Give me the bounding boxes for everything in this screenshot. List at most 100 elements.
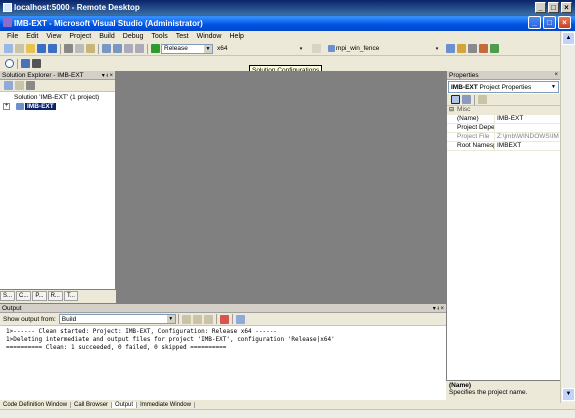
menu-file[interactable]: File: [3, 33, 22, 40]
pin-icon[interactable]: ᵻ: [106, 73, 107, 79]
object-name: IMB-EXT: [451, 83, 478, 91]
solution-explorer-title: Solution Explorer - IMB-EXT: [2, 71, 84, 79]
property-value[interactable]: Z:\jmb\WINDOWS\IM: [495, 133, 560, 141]
next-message-icon[interactable]: [203, 314, 213, 324]
rd-close-button[interactable]: ×: [561, 2, 572, 13]
start-debugging-icon[interactable]: [151, 44, 160, 53]
undo-icon[interactable]: [102, 44, 111, 53]
menu-view[interactable]: View: [42, 33, 65, 40]
show-output-combo[interactable]: Build ▼: [58, 314, 176, 324]
object-browser-icon[interactable]: [468, 44, 477, 53]
output-line: 1>Deleting intermediate and output files…: [6, 336, 335, 343]
menu-build[interactable]: Build: [95, 33, 119, 40]
menu-tools[interactable]: Tools: [147, 33, 171, 40]
word-wrap-icon[interactable]: [235, 314, 245, 324]
maximize-button[interactable]: □: [543, 16, 556, 29]
close-button[interactable]: ×: [558, 16, 571, 29]
tab-code-definition[interactable]: Code Definition Window: [0, 401, 72, 408]
find-in-files-icon[interactable]: [312, 44, 321, 53]
scroll-down-icon[interactable]: ▼: [562, 388, 575, 401]
solution-explorer-header: Solution Explorer - IMB-EXT ▾ ᵻ ×: [0, 71, 115, 80]
show-output-value: Build: [61, 315, 77, 323]
horizontal-scrollbar[interactable]: [0, 409, 575, 418]
alphabetical-icon[interactable]: [462, 95, 471, 104]
property-row[interactable]: (Name) IMB-EXT: [447, 115, 560, 124]
start-page-icon[interactable]: [490, 44, 499, 53]
navigate-back-icon[interactable]: [124, 44, 133, 53]
property-value[interactable]: IMBEXT: [495, 142, 560, 150]
minimize-button[interactable]: _: [528, 16, 541, 29]
clear-all-icon[interactable]: [219, 314, 229, 324]
solution-explorer-icon[interactable]: [446, 44, 455, 53]
rd-minimize-button[interactable]: _: [535, 2, 546, 13]
tab-resource-view[interactable]: R...: [47, 291, 63, 301]
pin-icon[interactable]: ᵻ: [437, 306, 438, 312]
save-icon[interactable]: [37, 44, 46, 53]
description-title: (Name): [449, 382, 472, 389]
property-value[interactable]: [495, 124, 560, 132]
remote-desktop-icon: [3, 3, 12, 12]
solution-configurations-combo[interactable]: Release ▼: [161, 43, 213, 54]
toolbox-icon[interactable]: [479, 44, 488, 53]
properties-icon[interactable]: [4, 81, 13, 90]
breakpoint-window-icon[interactable]: [32, 59, 41, 68]
add-item-icon[interactable]: [15, 44, 24, 53]
vertical-scrollbar[interactable]: ▲ ▼: [560, 31, 575, 403]
properties-panel: Properties × IMB-EXT Project Properties …: [446, 71, 560, 403]
scroll-up-icon[interactable]: ▲: [562, 32, 575, 45]
tab-team-explorer[interactable]: T...: [63, 291, 78, 301]
expand-icon[interactable]: +: [3, 103, 10, 110]
chevron-down-icon: ▼: [166, 315, 175, 323]
paste-icon[interactable]: [86, 44, 95, 53]
remote-desktop-titlebar: localhost:5000 - Remote Desktop _ □ ×: [0, 0, 575, 15]
menu-help[interactable]: Help: [226, 33, 248, 40]
property-row[interactable]: Project File Z:\jmb\WINDOWS\IM: [447, 133, 560, 142]
menu-test[interactable]: Test: [172, 33, 193, 40]
properties-window-icon[interactable]: [457, 44, 466, 53]
categorized-icon[interactable]: [451, 95, 460, 104]
tab-immediate-window[interactable]: Immediate Window: [137, 401, 196, 408]
menu-bar: File Edit View Project Build Debug Tools…: [0, 31, 575, 42]
tab-solution-explorer[interactable]: S...: [0, 291, 16, 301]
cut-icon[interactable]: [64, 44, 73, 53]
tab-output[interactable]: Output: [112, 401, 138, 408]
open-file-icon[interactable]: [26, 44, 35, 53]
tree-project[interactable]: + IMB-EXT: [0, 102, 115, 111]
help-icon[interactable]: [5, 59, 14, 68]
collapse-icon[interactable]: ⊟: [447, 106, 454, 114]
menu-project[interactable]: Project: [65, 33, 95, 40]
new-project-icon[interactable]: [4, 44, 13, 53]
properties-object-combo[interactable]: IMB-EXT Project Properties ▼: [448, 81, 559, 93]
debug-window-icon[interactable]: [21, 59, 30, 68]
tab-property-manager[interactable]: P...: [32, 291, 47, 301]
save-all-icon[interactable]: [48, 44, 57, 53]
copy-icon[interactable]: [75, 44, 84, 53]
property-pages-icon[interactable]: [478, 95, 487, 104]
menu-debug[interactable]: Debug: [119, 33, 148, 40]
navigate-forward-icon[interactable]: [135, 44, 144, 53]
show-all-files-icon[interactable]: [15, 81, 24, 90]
solution-platforms-combo[interactable]: x64 ▾: [214, 43, 306, 54]
redo-icon[interactable]: [113, 44, 122, 53]
rd-maximize-button[interactable]: □: [548, 2, 559, 13]
property-row[interactable]: Project Depende: [447, 124, 560, 133]
tab-class-view[interactable]: C...: [16, 291, 32, 301]
tab-call-browser[interactable]: Call Browser: [71, 401, 113, 408]
previous-message-icon[interactable]: [192, 314, 202, 324]
find-combo[interactable]: mpi_win_fence ▾: [324, 43, 442, 54]
property-value[interactable]: IMB-EXT: [495, 115, 560, 123]
properties-title: Properties: [449, 71, 479, 79]
find-message-icon[interactable]: [181, 314, 191, 324]
dropdown-icon[interactable]: ▾: [102, 73, 105, 79]
refresh-icon[interactable]: [26, 81, 35, 90]
category-row[interactable]: ⊟ Misc: [447, 106, 560, 115]
close-icon[interactable]: ×: [440, 306, 444, 312]
solution-explorer-toolbar: [0, 80, 115, 92]
dropdown-icon[interactable]: ▾: [433, 306, 436, 312]
menu-edit[interactable]: Edit: [22, 33, 42, 40]
menu-window[interactable]: Window: [193, 33, 226, 40]
tree-solution[interactable]: Solution 'IMB-EXT' (1 project): [0, 93, 115, 102]
category-label: Misc: [457, 106, 471, 113]
property-row[interactable]: Root Namespace IMBEXT: [447, 142, 560, 151]
close-icon[interactable]: ×: [109, 73, 113, 79]
